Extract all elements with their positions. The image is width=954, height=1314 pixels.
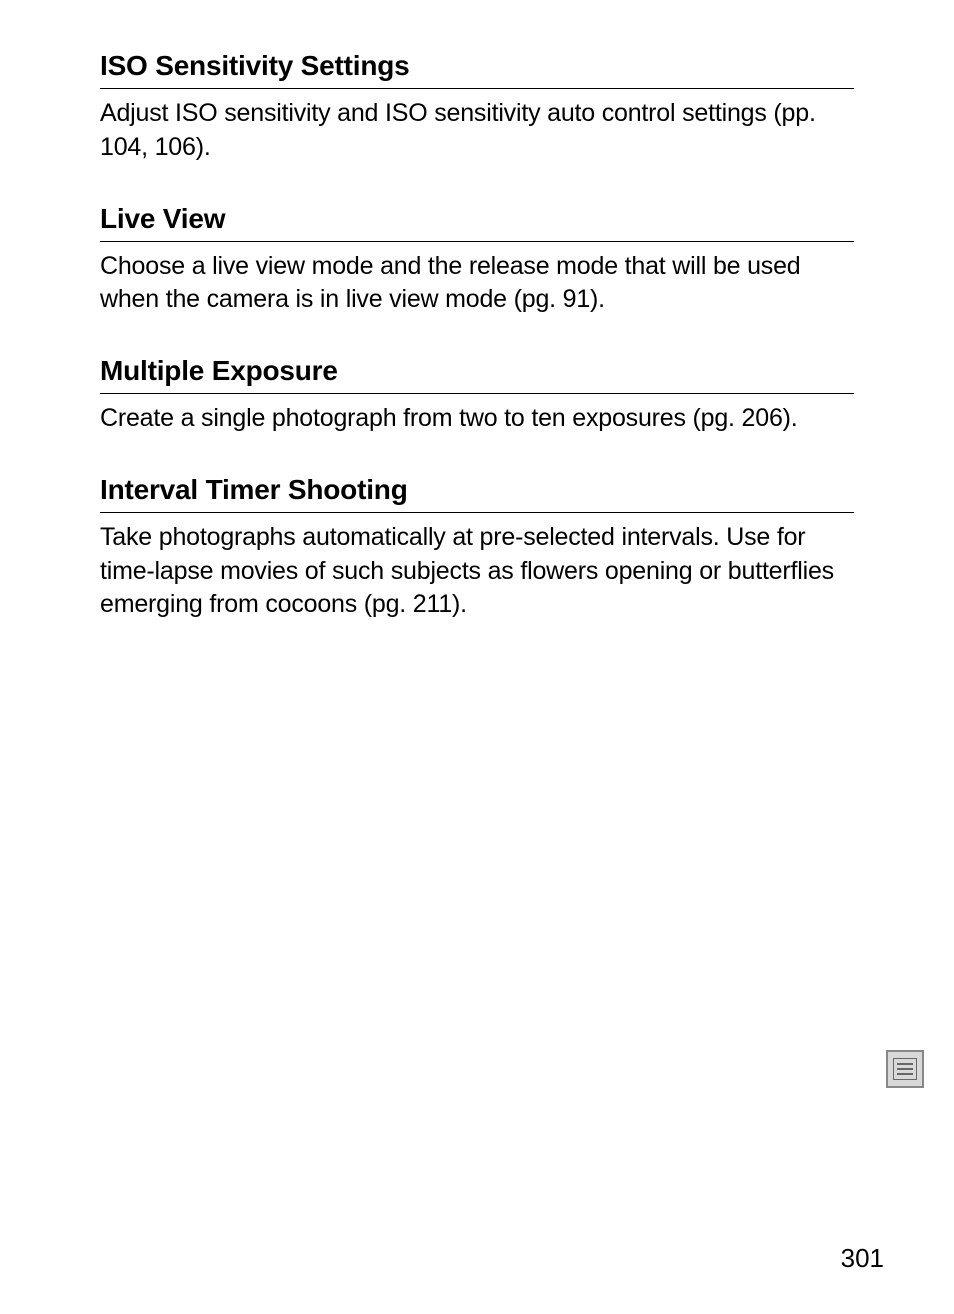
page-number: 301: [841, 1243, 884, 1274]
section-live-view: Live View Choose a live view mode and th…: [100, 203, 854, 318]
section-heading: Interval Timer Shooting: [100, 474, 854, 513]
section-heading: Multiple Exposure: [100, 355, 854, 394]
section-body: Create a single photograph from two to t…: [100, 402, 854, 436]
section-body: Adjust ISO sensitivity and ISO sensitivi…: [100, 97, 854, 165]
section-interval-timer: Interval Timer Shooting Take photographs…: [100, 474, 854, 622]
section-iso-sensitivity: ISO Sensitivity Settings Adjust ISO sens…: [100, 50, 854, 165]
section-multiple-exposure: Multiple Exposure Create a single photog…: [100, 355, 854, 436]
menu-list-icon: [886, 1050, 924, 1088]
section-heading: Live View: [100, 203, 854, 242]
menu-list-icon-inner: [893, 1058, 917, 1080]
section-body: Choose a live view mode and the release …: [100, 250, 854, 318]
section-heading: ISO Sensitivity Settings: [100, 50, 854, 89]
section-body: Take photographs automatically at pre-se…: [100, 521, 854, 622]
